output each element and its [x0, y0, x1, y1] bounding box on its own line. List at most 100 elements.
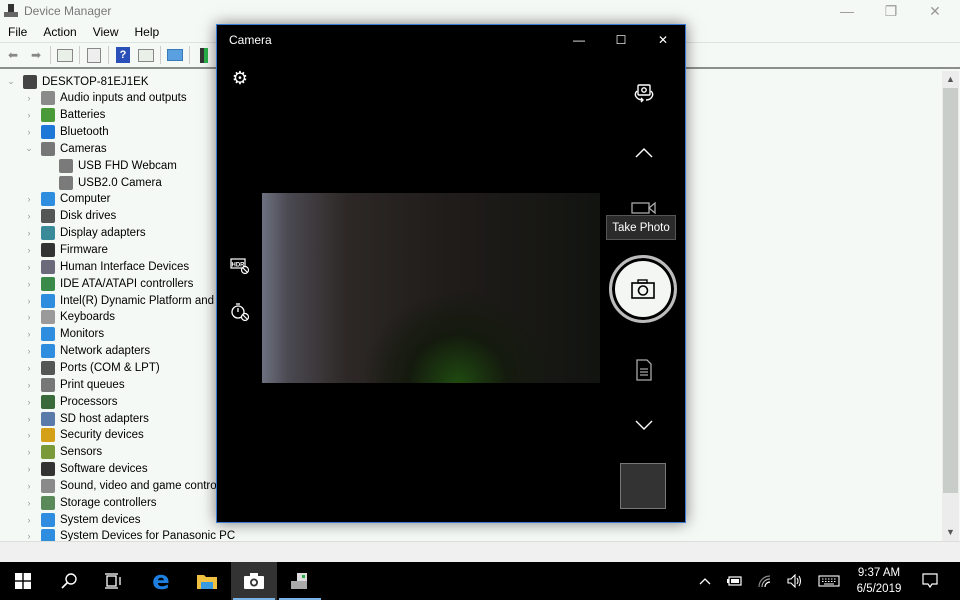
mode-up-icon[interactable] [631, 143, 657, 163]
tree-item[interactable]: › Human Interface Devices [24, 258, 189, 275]
expand-chevron-icon[interactable]: › [24, 194, 34, 204]
properties-icon[interactable] [85, 46, 103, 64]
minimize-button[interactable]: — [824, 0, 870, 22]
tree-item[interactable]: › Audio inputs and outputs [24, 90, 187, 107]
tree-child-item[interactable]: USB2.0 Camera [42, 174, 162, 191]
expand-chevron-icon[interactable]: › [24, 447, 34, 457]
menu-action[interactable]: Action [35, 25, 84, 39]
tree-item[interactable]: › IDE ATA/ATAPI controllers [24, 275, 193, 292]
mode-down-icon[interactable] [631, 415, 657, 435]
action-center-icon[interactable] [912, 562, 948, 600]
battery-icon[interactable] [720, 562, 750, 600]
tree-item[interactable]: › Disk drives [24, 208, 116, 225]
scrollbar-thumb[interactable] [943, 88, 958, 493]
tree-item[interactable]: › Print queues [24, 376, 125, 393]
wifi-icon[interactable] [750, 562, 780, 600]
edge-icon[interactable]: e [138, 562, 184, 600]
help-icon[interactable]: ? [114, 46, 132, 64]
restore-button[interactable]: ❐ [868, 0, 914, 22]
expand-chevron-icon[interactable]: › [24, 296, 34, 306]
tree-item[interactable]: › Software devices [24, 461, 148, 478]
tree-item[interactable]: › Ports (COM & LPT) [24, 359, 160, 376]
expand-chevron-icon[interactable]: › [24, 464, 34, 474]
scan-hardware-icon[interactable] [166, 46, 184, 64]
expand-chevron-icon[interactable]: › [24, 380, 34, 390]
expand-chevron-icon[interactable]: › [24, 397, 34, 407]
expand-chevron-icon[interactable]: › [24, 262, 34, 272]
expand-chevron-icon[interactable]: › [24, 329, 34, 339]
tree-item[interactable]: › Computer [24, 191, 111, 208]
document-mode-icon[interactable] [631, 357, 657, 383]
tree-root[interactable]: ⌄ DESKTOP-81EJ1EK [6, 73, 149, 90]
last-capture-thumbnail[interactable] [620, 463, 666, 509]
volume-icon[interactable] [780, 562, 810, 600]
menu-file[interactable]: File [0, 25, 35, 39]
maximize-button[interactable]: ☐ [601, 29, 641, 51]
tree-item[interactable]: › Firmware [24, 242, 108, 259]
camera-app-icon[interactable] [231, 562, 277, 600]
close-button[interactable]: ✕ [643, 29, 683, 51]
tree-item[interactable]: › Bluetooth [24, 124, 109, 141]
tree-item[interactable]: › Sensors [24, 444, 102, 461]
search-icon[interactable] [46, 562, 92, 600]
tree-child-item[interactable]: USB FHD Webcam [42, 157, 177, 174]
expand-chevron-icon[interactable]: › [24, 279, 34, 289]
expand-chevron-icon[interactable]: › [24, 312, 34, 322]
menu-view[interactable]: View [85, 25, 127, 39]
action-pane-icon[interactable] [137, 46, 155, 64]
start-icon[interactable] [0, 562, 46, 600]
expand-chevron-icon[interactable]: › [24, 211, 34, 221]
tree-item[interactable]: › System Devices for Panasonic PC [24, 528, 235, 541]
expand-chevron-icon[interactable]: › [24, 228, 34, 238]
close-button[interactable]: ✕ [912, 0, 958, 22]
forward-icon[interactable]: ➡ [27, 46, 45, 64]
expand-chevron-icon[interactable]: › [24, 531, 34, 541]
show-hidden-icons[interactable] [690, 562, 720, 600]
tree-item[interactable]: › Storage controllers [24, 494, 157, 511]
settings-icon[interactable]: ⚙ [229, 67, 251, 89]
expand-chevron-icon[interactable]: › [24, 363, 34, 373]
switch-camera-icon[interactable] [631, 80, 657, 106]
scroll-down-icon[interactable]: ▼ [942, 524, 959, 541]
back-icon[interactable]: ⬅ [4, 46, 22, 64]
tree-item[interactable]: › SD host adapters [24, 410, 149, 427]
tree-item-label: Keyboards [60, 311, 115, 324]
tree-item[interactable]: › Processors [24, 393, 118, 410]
expand-chevron-icon[interactable]: › [24, 515, 34, 525]
update-driver-icon[interactable] [195, 46, 213, 64]
tree-item[interactable]: › Sound, video and game controllers [24, 477, 238, 494]
collapse-chevron-icon[interactable]: ⌄ [24, 143, 34, 154]
tree-item[interactable]: › System devices [24, 511, 141, 528]
expand-chevron-icon[interactable]: › [24, 110, 34, 120]
tree-item[interactable]: › Display adapters [24, 225, 146, 242]
scroll-up-icon[interactable]: ▲ [942, 71, 959, 88]
status-bar [0, 541, 960, 562]
hdr-off-icon[interactable]: HDR [229, 255, 251, 277]
tree-item[interactable]: › Keyboards [24, 309, 115, 326]
expand-chevron-icon[interactable]: › [24, 481, 34, 491]
expand-chevron-icon[interactable]: › [24, 245, 34, 255]
expand-chevron-icon[interactable]: › [24, 430, 34, 440]
take-photo-button[interactable] [609, 255, 677, 323]
expand-chevron-icon[interactable]: › [24, 93, 34, 103]
file-explorer-icon[interactable] [184, 562, 230, 600]
timer-off-icon[interactable] [229, 301, 251, 323]
vertical-scrollbar[interactable]: ▲ ▼ [942, 71, 959, 541]
collapse-chevron-icon[interactable]: ⌄ [6, 76, 16, 87]
clock[interactable]: 9:37 AM 6/5/2019 [848, 565, 910, 597]
expand-chevron-icon[interactable]: › [24, 346, 34, 356]
minimize-button[interactable]: — [559, 29, 599, 51]
show-hide-console-tree-icon[interactable] [56, 46, 74, 64]
tree-item[interactable]: › Batteries [24, 107, 105, 124]
tree-item[interactable]: › Security devices [24, 427, 144, 444]
expand-chevron-icon[interactable]: › [24, 498, 34, 508]
expand-chevron-icon[interactable]: › [24, 127, 34, 137]
tree-item[interactable]: › Network adapters [24, 343, 150, 360]
menu-help[interactable]: Help [127, 25, 168, 39]
task-view-icon[interactable] [90, 562, 136, 600]
touch-keyboard-icon[interactable] [812, 562, 846, 600]
tree-item[interactable]: › Monitors [24, 326, 104, 343]
expand-chevron-icon[interactable]: › [24, 414, 34, 424]
device-manager-app-icon[interactable] [277, 562, 323, 600]
tree-item[interactable]: ⌄ Cameras [24, 140, 107, 157]
